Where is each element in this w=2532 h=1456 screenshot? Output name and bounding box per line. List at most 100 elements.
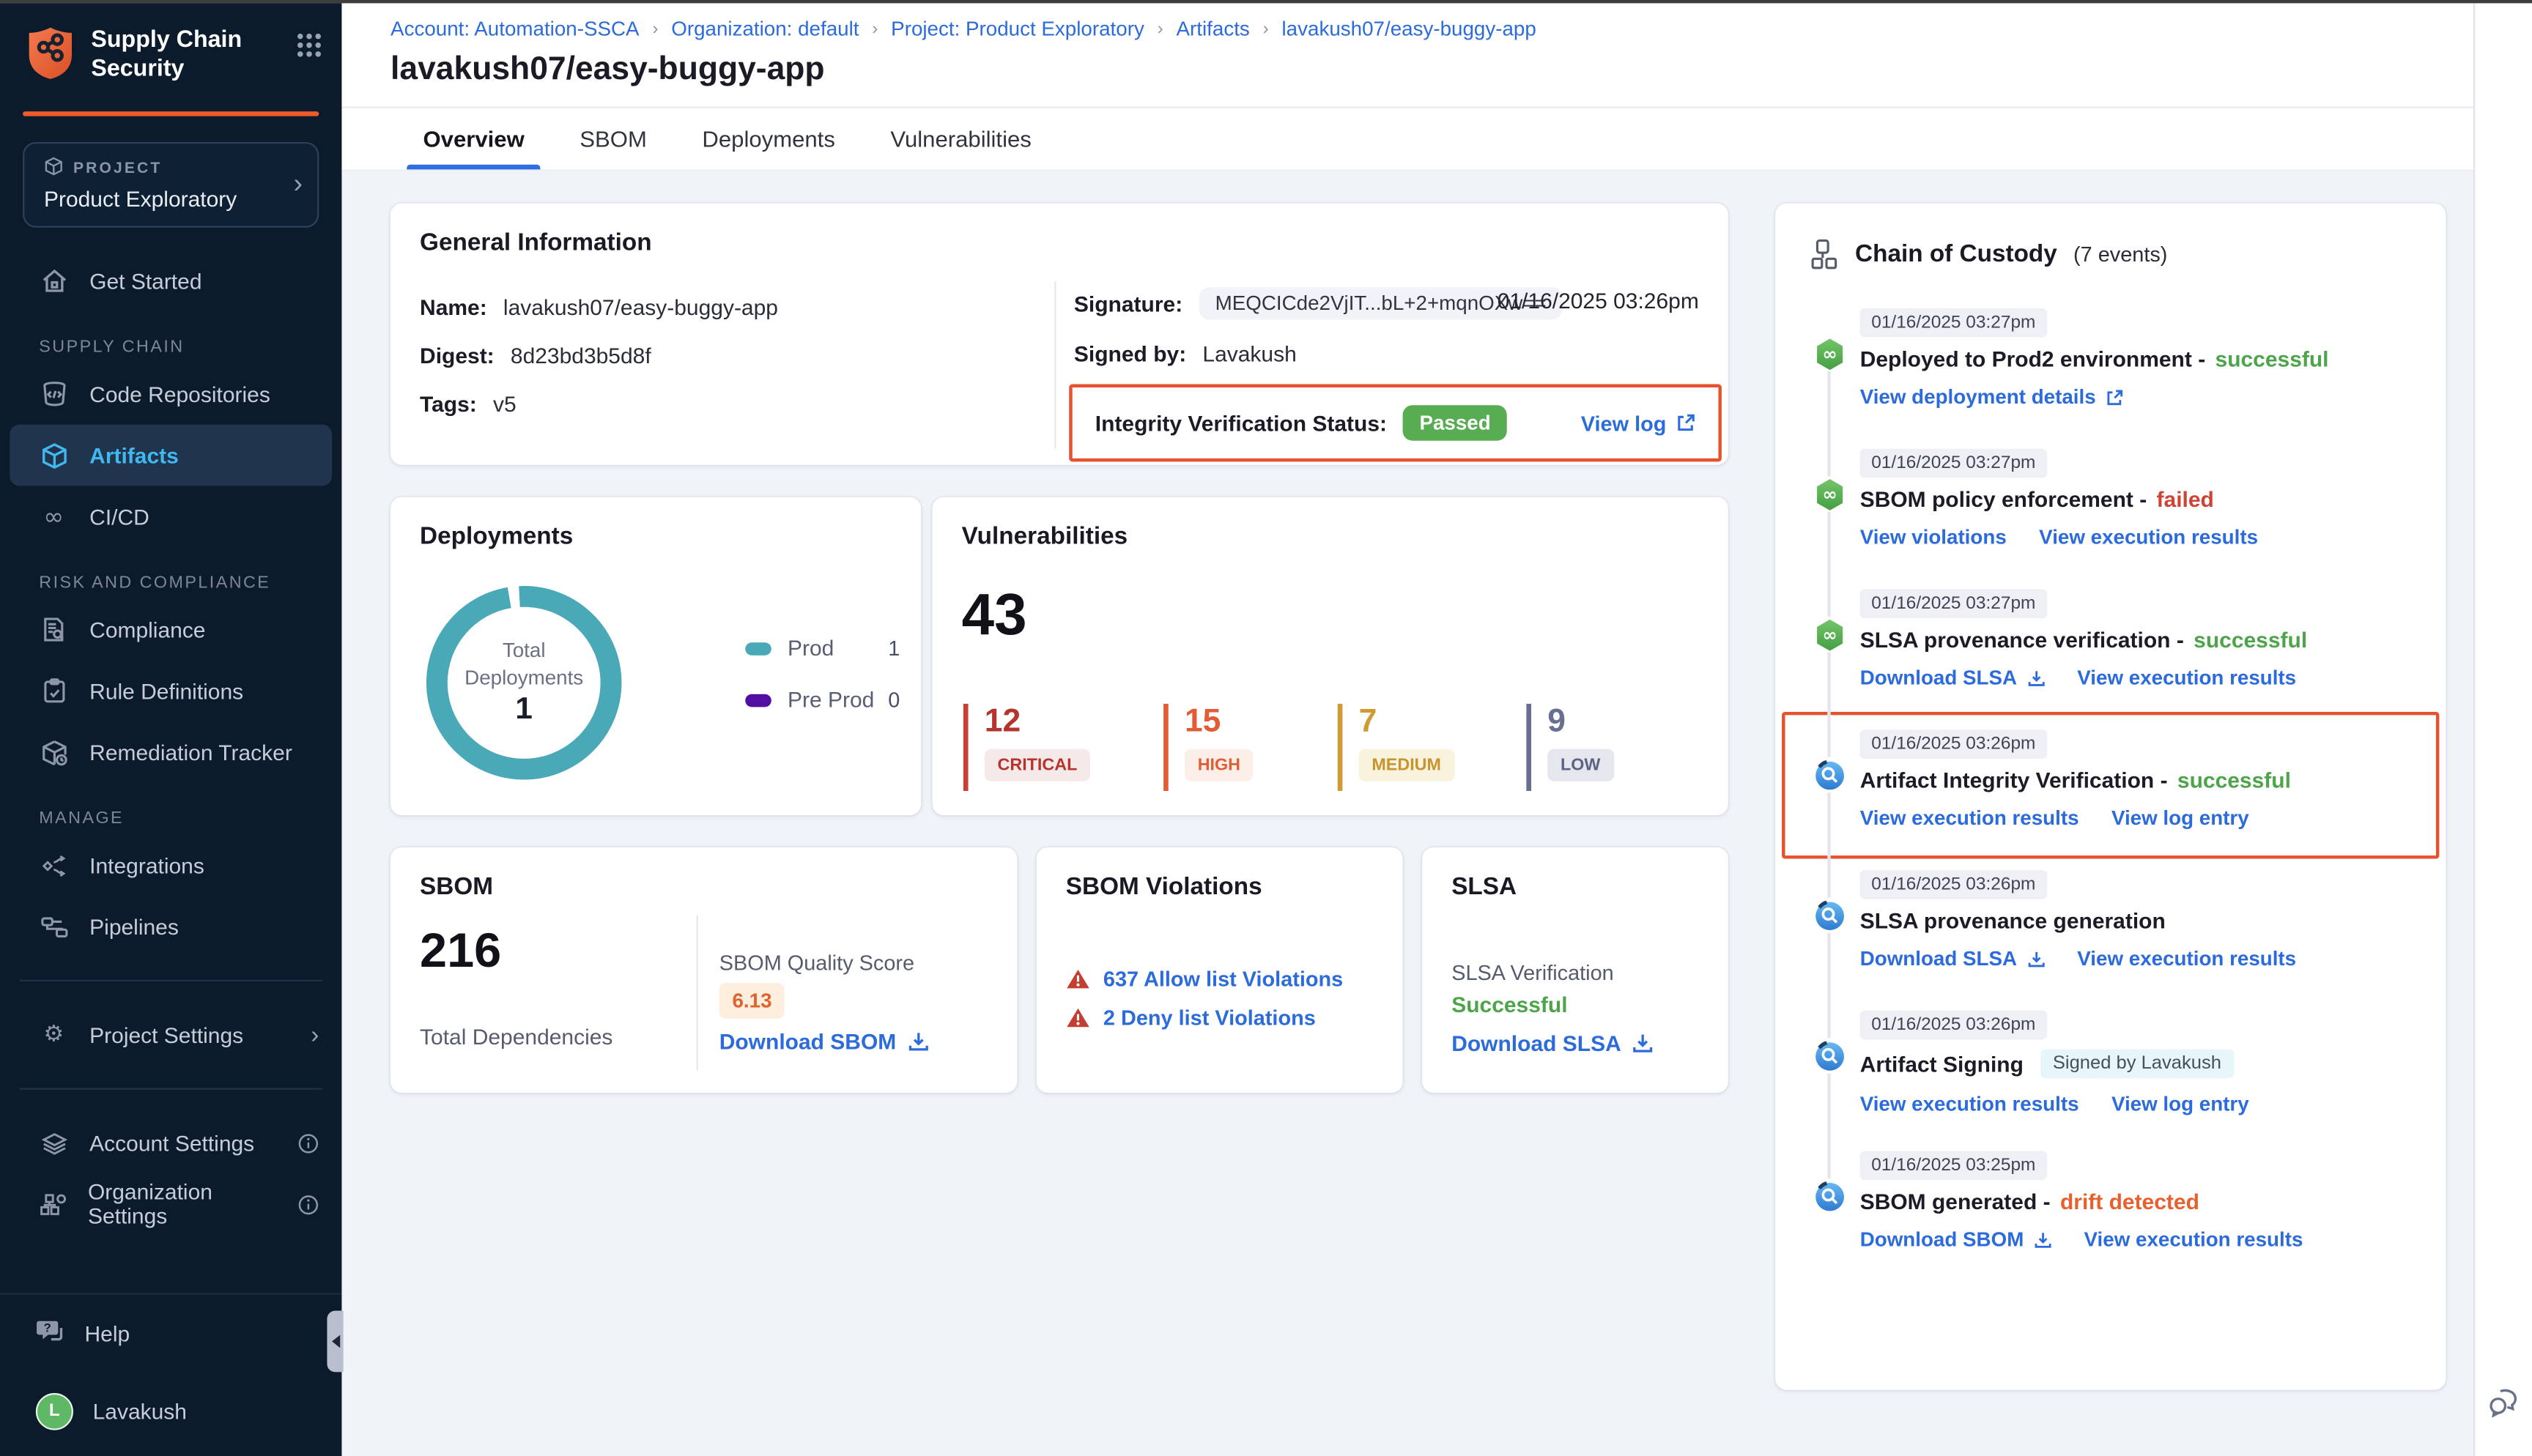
view-deployment-details-link[interactable]: View deployment details [1860,386,2124,409]
view-execution-results-link[interactable]: View execution results [2039,527,2258,549]
coc-event-sbom-generated: 01/16/2025 03:25pm SBOM generated -drift… [1802,1149,2420,1251]
sbom-total: 216 [420,925,501,980]
breadcrumb-separator: › [1263,19,1269,38]
tab-vulnerabilities[interactable]: Vulnerabilities [890,108,1031,170]
sidebar-item-pipelines[interactable]: Pipelines [0,896,341,957]
breadcrumb-separator: › [872,19,878,38]
section-label-risk: RISK AND COMPLIANCE [0,573,341,592]
feedback-chat-icon[interactable] [2487,1388,2521,1427]
coc-event-slsa-generation: 01/16/2025 03:26pm SLSA provenance gener… [1802,869,2420,970]
legend-label: Pre Prod [788,688,874,712]
breadcrumb-artifacts[interactable]: Artifacts [1177,18,1250,40]
scan-circle-icon [1813,1178,1845,1214]
tab-sbom[interactable]: SBOM [580,108,647,170]
scan-circle-icon [1813,757,1845,792]
project-selector[interactable]: PROJECT Product Exploratory › [23,142,319,228]
name-label: Name: [420,295,487,319]
sidebar-item-project-settings[interactable]: ⚙ Project Settings › [0,1004,341,1066]
allow-list-violations-link[interactable]: 637 Allow list Violations [1103,967,1343,991]
sidebar-item-account-settings[interactable]: Account Settings [0,1113,341,1174]
svg-text:∞: ∞ [1821,483,1836,504]
sidebar-item-artifacts[interactable]: Artifacts [10,425,332,486]
sidebar-item-integrations[interactable]: Integrations [0,834,341,896]
sidebar-item-remediation-tracker[interactable]: Remediation Tracker [0,721,341,783]
high-badge: HIGH [1185,749,1254,781]
cube-wrench-icon [39,738,68,765]
info-icon [297,1194,319,1215]
slsa-card: SLSA SLSA Verification Successful Downlo… [1422,847,1728,1093]
link-label: Download SLSA [1860,666,2017,689]
help-chat-icon: ? [36,1318,65,1349]
sbom-quality-label: SBOM Quality Score [719,951,914,975]
deny-list-violations-link[interactable]: 2 Deny list Violations [1103,1006,1316,1030]
sbom-card: SBOM 216 Total Dependencies SBOM Quality… [390,847,1017,1093]
chain-of-custody-timeline: ∞ 01/16/2025 03:27pm Deployed to Prod2 e… [1802,294,2420,1390]
sidebar-footer: ? Help L Lavakush [0,1293,341,1456]
event-title: SBOM generated - [1860,1189,2051,1214]
sidebar-nav: Get Started SUPPLY CHAIN Code Repositori… [0,250,341,1235]
download-slsa-link[interactable]: Download SLSA [1860,948,2045,970]
view-log-entry-link[interactable]: View log entry [2111,807,2249,830]
page-title: lavakush07/easy-buggy-app [390,52,825,89]
sbom-violations-card: SBOM Violations 637 Allow list Violation… [1037,847,1403,1093]
sidebar-item-organization-settings[interactable]: Organization Settings [0,1173,341,1235]
scan-circle-icon [1813,1038,1845,1073]
view-execution-results-link[interactable]: View execution results [2077,948,2296,970]
breadcrumb-organization[interactable]: Organization: default [671,18,859,40]
download-slsa-link[interactable]: Download SLSA [1860,666,2045,689]
sidebar-item-label: CI/CD [89,505,149,529]
view-violations-link[interactable]: View violations [1860,527,2007,549]
sidebar-item-code-repositories[interactable]: Code Repositories [0,363,341,425]
donut-center-label: Total Deployments 1 [423,583,624,783]
allow-list-violations-row: 637 Allow list Violations [1066,967,1343,991]
breadcrumb-current[interactable]: lavakush07/easy-buggy-app [1282,18,1536,40]
breadcrumb-account[interactable]: Account: Automation-SSCA [390,18,640,40]
slsa-verification-label: SLSA Verification [1451,960,1614,984]
view-execution-results-link[interactable]: View execution results [1860,807,2079,830]
sidebar-collapse-handle[interactable] [327,1311,343,1373]
deployments-legend: Prod 1 Pre Prod 0 [745,636,900,739]
tab-deployments[interactable]: Deployments [702,108,834,170]
download-sbom-link[interactable]: Download SBOM [719,1030,929,1054]
download-slsa-link[interactable]: Download SLSA [1451,1031,1654,1055]
view-log-link[interactable]: View log [1581,411,1696,435]
sidebar-item-label: Get Started [89,269,201,293]
tags-label: Tags: [420,393,477,417]
link-label: Download SLSA [1860,948,2017,970]
download-sbom-link[interactable]: Download SBOM [1860,1228,2051,1251]
cube-icon [39,442,68,469]
tags-value: v5 [493,393,517,417]
sidebar-item-label: Integrations [89,853,204,877]
signed-by-field: Signed by:Lavakush [1074,342,1297,366]
sidebar-item-cicd[interactable]: ∞ CI/CD [0,486,341,547]
signature-label: Signature: [1074,291,1182,316]
low-count: 9 [1547,704,1613,739]
sidebar-item-label: Artifacts [89,443,179,467]
download-sbom-label: Download SBOM [719,1030,897,1054]
sidebar-divider [20,1088,322,1089]
user-menu[interactable]: L Lavakush [0,1388,341,1433]
sidebar-item-compliance[interactable]: Compliance [0,599,341,661]
event-status: successful [2177,768,2291,792]
tab-overview[interactable]: Overview [423,108,524,170]
event-status: failed [2157,488,2214,512]
breadcrumb-separator: › [652,19,658,38]
view-execution-results-link[interactable]: View execution results [2084,1228,2303,1251]
digest-label: Digest: [420,343,495,368]
app-window: Supply Chain Security PROJECT Product Ex… [0,0,2532,1456]
breadcrumb-project[interactable]: Project: Product Exploratory [891,18,1144,40]
home-icon [39,268,68,294]
sidebar-item-rule-definitions[interactable]: Rule Definitions [0,660,341,721]
app-switcher-grid-icon[interactable] [296,32,322,66]
sidebar-item-label: Rule Definitions [89,679,243,703]
project-label: PROJECT [73,160,162,177]
help-button[interactable]: ? Help [0,1314,341,1353]
sidebar-item-get-started[interactable]: Get Started [0,250,341,312]
name-value: lavakush07/easy-buggy-app [503,295,778,319]
donut-label-line1: Total [503,638,546,664]
view-log-entry-link[interactable]: View log entry [2111,1093,2249,1115]
link-label: Download SBOM [1860,1228,2024,1251]
hierarchy-icon [1811,239,1839,270]
view-execution-results-link[interactable]: View execution results [2077,666,2296,689]
view-execution-results-link[interactable]: View execution results [1860,1093,2079,1115]
